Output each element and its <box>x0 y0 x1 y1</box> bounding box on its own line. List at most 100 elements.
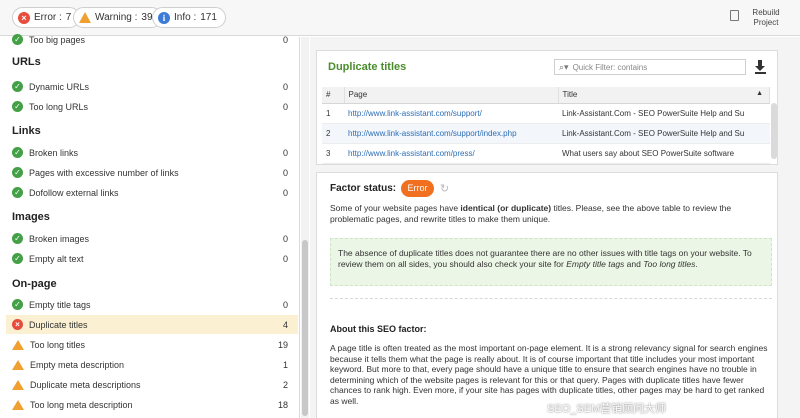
watermark: SEO_SEM营销顾问大师 <box>532 400 666 416</box>
sidebar-item[interactable]: ✓ Pages with excessive number of links 0 <box>6 163 298 182</box>
table-row[interactable]: 2 http://www.link-assistant.com/support/… <box>322 123 770 144</box>
rebuild-project-button[interactable]: Rebuild Project <box>730 4 792 32</box>
duplicate-titles-table: # Page Title ▲ 1 http://www.link-assistan… <box>322 87 770 164</box>
sidebar-item-label: Duplicate meta descriptions <box>30 379 141 390</box>
divider <box>330 298 772 299</box>
warning-icon <box>12 399 24 410</box>
error-icon: × <box>12 319 23 330</box>
tip-link-empty-titles[interactable]: Empty title tags <box>566 259 624 269</box>
row-number: 1 <box>322 103 344 124</box>
row-page-link[interactable]: http://www.link-assistant.com/support/ <box>344 103 558 124</box>
sidebar-item-count: 0 <box>282 81 288 92</box>
check-icon: ✓ <box>12 253 23 264</box>
sidebar-item-count: 2 <box>282 379 288 390</box>
row-title: Link-Assistant.Com - SEO PowerSuite Help… <box>558 123 770 144</box>
sidebar-item-count: 0 <box>282 187 288 198</box>
error-icon: × <box>18 11 30 24</box>
sidebar-item-label: Too long meta description <box>30 399 133 410</box>
sidebar-item[interactable]: ✓ Empty title tags 0 <box>6 295 298 314</box>
quick-filter-input[interactable]: ⌕▾ Quick Filter: contains <box>554 59 746 75</box>
row-page-link[interactable]: http://www.link-assistant.com/press/ <box>344 143 558 164</box>
rebuild-label-2: Project <box>753 18 779 27</box>
sidebar-item[interactable]: ✓ Too long URLs 0 <box>6 97 298 116</box>
sidebar-item-label: Duplicate titles <box>29 319 88 330</box>
sidebar-item-count: 0 <box>282 233 288 244</box>
document-icon <box>730 10 739 21</box>
details-title: Duplicate titles <box>328 61 407 73</box>
export-button[interactable] <box>754 59 768 74</box>
row-page-link[interactable]: http://www.link-assistant.com/support/in… <box>344 123 558 144</box>
sidebar-section-title[interactable]: Links <box>12 125 41 137</box>
warning-icon <box>12 359 24 370</box>
watermark-text: SEO_SEM营销顾问大师 <box>547 403 667 415</box>
sidebar-item[interactable]: Too long titles 19 <box>6 335 298 354</box>
sidebar-item-label: Too long titles <box>30 339 86 350</box>
info-icon: i <box>158 11 170 24</box>
sidebar-section-title[interactable]: On-page <box>12 278 57 290</box>
sidebar-item[interactable]: ✓ Too big pages 0 <box>6 30 298 49</box>
col-page[interactable]: Page <box>344 87 559 104</box>
sort-asc-icon: ▲ <box>756 90 763 98</box>
sidebar-section-title[interactable]: Images <box>12 211 50 223</box>
sidebar-item-label: Empty title tags <box>29 299 91 310</box>
error-count: 7 <box>65 12 72 23</box>
desc-text: Some of your website pages have <box>330 203 461 213</box>
about-text: A page title is often treated as the mos… <box>330 343 768 406</box>
factor-status-label: Factor status: <box>330 183 397 194</box>
warning-icon <box>12 379 24 390</box>
sidebar-item[interactable]: Duplicate meta descriptions 2 <box>6 375 298 394</box>
tip-text-end: . <box>695 259 698 269</box>
sidebar-item-label: Pages with excessive number of links <box>29 167 179 178</box>
sidebar-item-label: Too long URLs <box>29 101 89 112</box>
sidebar-item-count: 1 <box>282 359 288 370</box>
sidebar-item[interactable]: × Duplicate titles 4 <box>6 315 298 334</box>
info-count: 171 <box>200 12 217 23</box>
col-title[interactable]: Title ▲ <box>558 87 770 104</box>
about-heading: About this SEO factor: <box>330 324 427 334</box>
warning-icon <box>12 339 24 350</box>
col-number[interactable]: # <box>322 87 345 104</box>
sidebar-item[interactable]: Empty meta description 1 <box>6 355 298 374</box>
check-icon: ✓ <box>12 299 23 310</box>
warning-filter-button[interactable]: Warning : 39 <box>73 7 162 28</box>
sidebar-item-count: 0 <box>282 147 288 158</box>
table-row[interactable]: 3 http://www.link-assistant.com/press/ W… <box>322 143 770 164</box>
tip-text: The absence of duplicate titles does not… <box>338 248 766 270</box>
sidebar-item-count: 0 <box>282 253 288 264</box>
tip-link-long-titles[interactable]: Too long titles <box>643 259 695 269</box>
table-row[interactable]: 1 http://www.link-assistant.com/support/… <box>322 103 770 124</box>
row-number: 3 <box>322 143 344 164</box>
warning-label: Warning : <box>95 12 138 23</box>
desc-bold: identical (or duplicate) <box>460 203 552 213</box>
check-icon: ✓ <box>12 81 23 92</box>
watermark-logo-icon <box>532 402 544 414</box>
sidebar-item-label: Dynamic URLs <box>29 81 90 92</box>
factor-description: Some of your website pages have identica… <box>330 203 770 225</box>
sidebar-item[interactable]: ✓ Empty alt text 0 <box>6 249 298 268</box>
sidebar-scrollbar-thumb[interactable] <box>302 240 308 416</box>
sidebar-item[interactable]: ✓ Dynamic URLs 0 <box>6 77 298 96</box>
info-filter-button[interactable]: i Info : 171 <box>152 7 226 28</box>
warning-count: 39 <box>141 12 153 23</box>
check-icon: ✓ <box>12 233 23 244</box>
warning-icon <box>79 12 91 23</box>
error-label: Error : <box>34 12 62 23</box>
col-title-label: Title <box>562 90 578 100</box>
table-scrollbar[interactable] <box>771 103 777 159</box>
sidebar-item[interactable]: Too long meta description 18 <box>6 395 298 414</box>
check-icon: ✓ <box>12 101 23 112</box>
sidebar-item-label: Dofollow external links <box>29 187 119 198</box>
row-title: Link-Assistant.Com - SEO PowerSuite Help… <box>558 103 770 124</box>
sidebar-section-title[interactable]: URLs <box>12 56 41 68</box>
sidebar-item[interactable]: ✓ Broken links 0 <box>6 143 298 162</box>
row-title: What users say about SEO PowerSuite soft… <box>558 143 770 164</box>
sidebar-item-count: 0 <box>282 299 288 310</box>
sidebar-item-label: Empty alt text <box>29 253 84 264</box>
sidebar-item[interactable]: ✓ Broken images 0 <box>6 229 298 248</box>
refresh-icon[interactable]: ↻ <box>440 182 449 195</box>
search-icon: ⌕▾ <box>559 61 569 72</box>
sidebar-item-label: Too big pages <box>29 34 86 45</box>
sidebar-item[interactable]: ✓ Dofollow external links 0 <box>6 183 298 202</box>
factor-status-badge: Error <box>401 180 434 197</box>
error-filter-button[interactable]: × Error : 7 <box>12 7 81 28</box>
